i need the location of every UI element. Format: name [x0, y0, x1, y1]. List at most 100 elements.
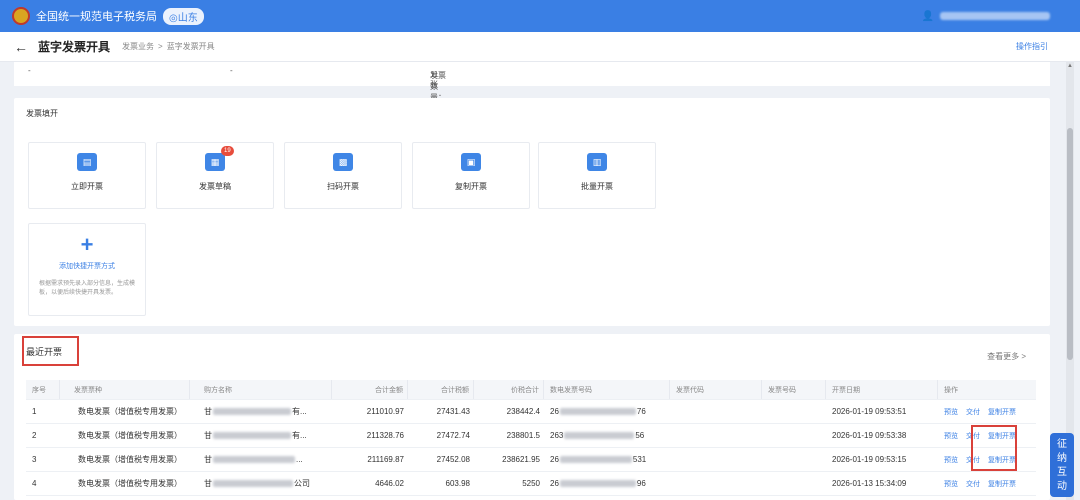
- copy-issue-link[interactable]: 复制开票: [988, 431, 1016, 441]
- invoice-number: 26 76: [550, 407, 646, 416]
- table-row: 1 数电发票（增值税专用发票） 甘有... 211010.97 27431.43…: [26, 400, 1036, 424]
- issue-date: 2026-01-13 15:34:09: [832, 479, 907, 488]
- user-icon: 👤: [921, 10, 934, 22]
- summary-strip: - - 发票数量： 11张: [14, 62, 1050, 102]
- preview-link[interactable]: 预览: [944, 455, 958, 465]
- page-title: 蓝字发票开具: [38, 40, 111, 54]
- taxpayer-interaction-widget[interactable]: 征 纳 互 动: [1050, 433, 1074, 497]
- buyer-name: 甘有...: [204, 407, 307, 416]
- tile-scan-issue[interactable]: ▩ 扫码开票: [284, 142, 402, 209]
- invoice-type: 数电发票（增值税专用发票）: [78, 431, 182, 440]
- invoice-number: 263 56: [550, 431, 645, 440]
- scroll-up-icon[interactable]: ▲: [1066, 63, 1074, 69]
- deliver-link[interactable]: 交付: [966, 479, 980, 489]
- tile-label: 发票草稿: [199, 182, 231, 191]
- price-tax-total: 238442.4: [506, 407, 540, 416]
- add-shortcut-label: 添加快捷开票方式: [59, 263, 115, 270]
- tile-issue-now[interactable]: ▤ 立即开票: [28, 142, 146, 209]
- top-bar: 全国统一规范电子税务局 ◎山东 👤: [0, 0, 1080, 32]
- tile-label: 复制开票: [455, 182, 487, 191]
- breadcrumb: 发票业务 > 蓝字发票开具: [122, 42, 215, 51]
- col-invoice-code: 发票代码: [670, 380, 762, 399]
- copy-icon: ▣: [461, 153, 481, 171]
- tile-label: 扫码开票: [327, 182, 359, 191]
- row-no: 3: [32, 455, 37, 464]
- batch-icon: ▥: [587, 153, 607, 171]
- price-tax-total: 238801.5: [506, 431, 540, 440]
- col-invoice-no: 发票号码: [762, 380, 826, 399]
- issue-date: 2026-01-19 09:53:38: [832, 431, 907, 440]
- total-amount: 211010.97: [366, 407, 404, 416]
- row-no: 2: [32, 431, 37, 440]
- invoice-type: 数电发票（增值税专用发票）: [78, 407, 182, 416]
- view-more-link[interactable]: 查看更多 >: [987, 351, 1026, 362]
- deliver-link[interactable]: 交付: [966, 455, 980, 465]
- user-menu[interactable]: 👤: [922, 0, 1050, 32]
- deliver-link[interactable]: 交付: [966, 431, 980, 441]
- tile-batch-issue[interactable]: ▥ 批量开票: [538, 142, 656, 209]
- scrollbar-thumb[interactable]: [1067, 128, 1073, 360]
- deliver-link[interactable]: 交付: [966, 407, 980, 417]
- region-badge[interactable]: ◎山东: [163, 7, 204, 25]
- price-tax-total: 238621.95: [502, 455, 540, 464]
- breadcrumb-item-invoice-business[interactable]: 发票业务: [122, 42, 154, 51]
- site-brand[interactable]: 全国统一规范电子税务局: [36, 8, 157, 24]
- copy-issue-link[interactable]: 复制开票: [988, 479, 1016, 489]
- tile-draft[interactable]: ▦ 19 发票草稿: [156, 142, 274, 209]
- side-widget-char: 征: [1057, 439, 1067, 450]
- invoice-number: 26 531: [550, 455, 647, 464]
- row-actions: 预览 交付 复制开票: [944, 448, 1036, 471]
- section-title: 发票填开: [26, 109, 58, 118]
- tile-label: 批量开票: [581, 182, 613, 191]
- add-shortcut-tile[interactable]: + 添加快捷开票方式 根据需求预先录入部分信息，生成模板，以便后续快捷开具发票。: [28, 223, 146, 316]
- copy-issue-link[interactable]: 复制开票: [988, 455, 1016, 465]
- row-actions: 预览 交付 复制开票: [944, 400, 1036, 423]
- recent-title: 最近开票: [26, 347, 63, 357]
- breadcrumb-item-current: 蓝字发票开具: [166, 42, 215, 51]
- invoice-number: 26 96: [550, 479, 646, 488]
- table-row: 4 数电发票（增值税专用发票） 甘公司 4646.02 603.98 5250 …: [26, 472, 1036, 496]
- table-row: 2 数电发票（增值税专用发票） 甘有... 211328.76 27472.74…: [26, 424, 1036, 448]
- copy-issue-link[interactable]: 复制开票: [988, 407, 1016, 417]
- summary-left-value: -: [28, 66, 31, 75]
- col-date: 开票日期: [826, 380, 938, 399]
- col-tax: 合计税额: [408, 380, 474, 399]
- total-tax: 603.98: [445, 479, 470, 488]
- summary-mid-value: -: [230, 66, 233, 75]
- back-arrow-icon[interactable]: ←: [14, 39, 28, 55]
- tile-copy-issue[interactable]: ▣ 复制开票: [412, 142, 530, 209]
- total-amount: 4646.02: [375, 479, 404, 488]
- side-widget-char: 互: [1057, 467, 1067, 478]
- preview-link[interactable]: 预览: [944, 407, 958, 417]
- side-widget-char: 动: [1057, 481, 1067, 492]
- invoice-type: 数电发票（增值税专用发票）: [78, 455, 182, 464]
- plus-icon: +: [80, 232, 94, 257]
- col-amount: 合计金额: [332, 380, 408, 399]
- page-header: ← 蓝字发票开具 发票业务 > 蓝字发票开具 操作指引: [0, 32, 1080, 62]
- col-type: 发票票种: [60, 380, 190, 399]
- qrcode-icon: ▩: [333, 153, 353, 171]
- col-total: 价税合计: [474, 380, 544, 399]
- issue-date: 2026-01-19 09:53:15: [832, 455, 907, 464]
- buyer-name: 甘...: [204, 455, 303, 464]
- issue-date: 2026-01-19 09:53:51: [832, 407, 907, 416]
- buyer-name: 甘有...: [204, 431, 307, 440]
- total-tax: 27472.74: [436, 431, 470, 440]
- buyer-name: 甘公司: [204, 479, 310, 488]
- operation-guide-link[interactable]: 操作指引: [1016, 41, 1048, 52]
- preview-link[interactable]: 预览: [944, 431, 958, 441]
- row-actions: 预览 交付 复制开票: [944, 424, 1036, 447]
- invoice-type: 数电发票（增值税专用发票）: [78, 479, 182, 488]
- tax-emblem-icon: [12, 7, 30, 25]
- total-amount: 211328.76: [366, 431, 404, 440]
- row-no: 1: [32, 407, 37, 416]
- recent-invoices-table: 序号 发票票种 购方名称 合计金额 合计税额 价税合计 数电发票号码 发票代码 …: [26, 380, 1036, 496]
- total-tax: 27452.08: [436, 455, 470, 464]
- preview-link[interactable]: 预览: [944, 479, 958, 489]
- col-invoice-number: 数电发票号码: [544, 380, 670, 399]
- invoice-fill-panel: 发票填开 ▤ 立即开票 ▦ 19 发票草稿 ▩ 扫码开票 ▣ 复制开票 ▥ 批量…: [14, 98, 1050, 326]
- col-actions: 操作: [944, 386, 958, 394]
- total-tax: 27431.43: [436, 407, 470, 416]
- add-shortcut-description: 根据需求预先录入部分信息，生成模板，以便后续快捷开具发票。: [39, 281, 136, 296]
- table-row: 3 数电发票（增值税专用发票） 甘... 211169.87 27452.08 …: [26, 448, 1036, 472]
